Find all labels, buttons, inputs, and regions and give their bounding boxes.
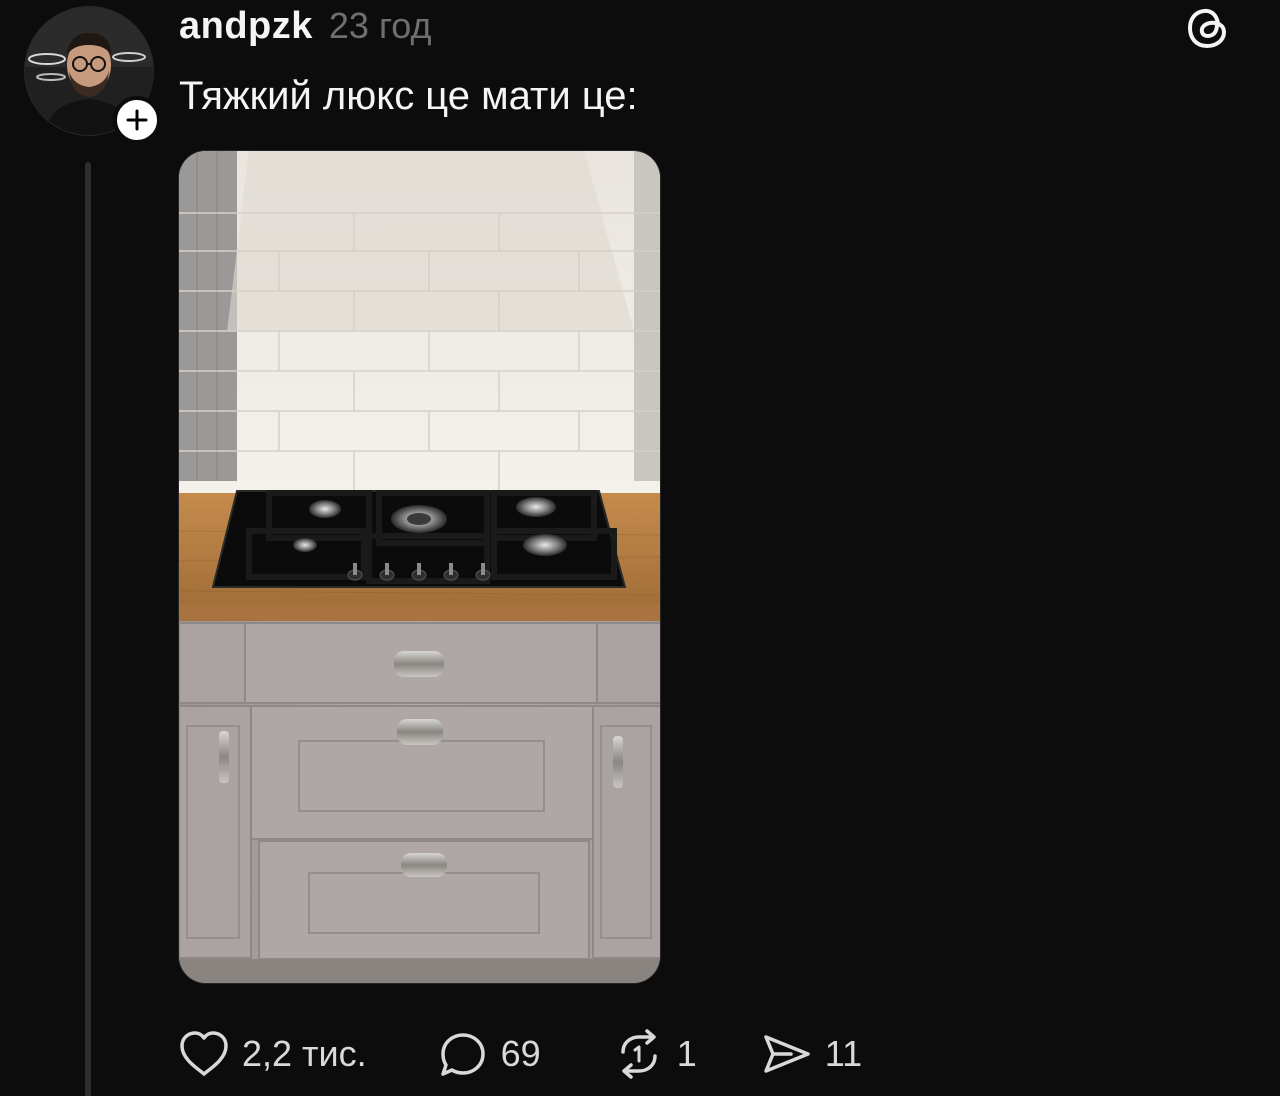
thread-connector-line xyxy=(85,162,91,1096)
share-count: 11 xyxy=(824,1033,863,1074)
like-button[interactable]: 2,2 тис. xyxy=(178,1026,367,1082)
post-image[interactable] xyxy=(178,150,661,984)
share-button[interactable]: 11 xyxy=(761,1026,862,1082)
username-link[interactable]: andpzk xyxy=(179,0,313,52)
heart-icon xyxy=(180,1031,228,1076)
post-header: andpzk 23 год xyxy=(179,0,432,52)
plus-icon xyxy=(126,109,148,131)
repost-button[interactable]: 1 xyxy=(613,1026,697,1082)
speech-bubble-icon xyxy=(440,1033,485,1076)
post-text: Тяжкий люкс це мати це: xyxy=(179,74,638,118)
kitchen-photo xyxy=(179,151,660,983)
reply-button[interactable]: 69 xyxy=(437,1026,541,1082)
post-actions-bar: 2,2 тис. 69 1 11 xyxy=(178,1026,862,1082)
follow-button[interactable] xyxy=(113,96,161,144)
reply-count: 69 xyxy=(500,1033,541,1074)
paper-plane-icon xyxy=(763,1035,810,1073)
post-timestamp: 23 год xyxy=(328,5,432,46)
repost-arrows-icon xyxy=(620,1029,657,1079)
like-count: 2,2 тис. xyxy=(242,1033,367,1074)
repost-count: 1 xyxy=(676,1033,697,1074)
threads-logo-icon xyxy=(1184,4,1232,52)
thread-post: andpzk 23 год Тяжкий люкс це мати це: 2,… xyxy=(0,0,1280,1096)
